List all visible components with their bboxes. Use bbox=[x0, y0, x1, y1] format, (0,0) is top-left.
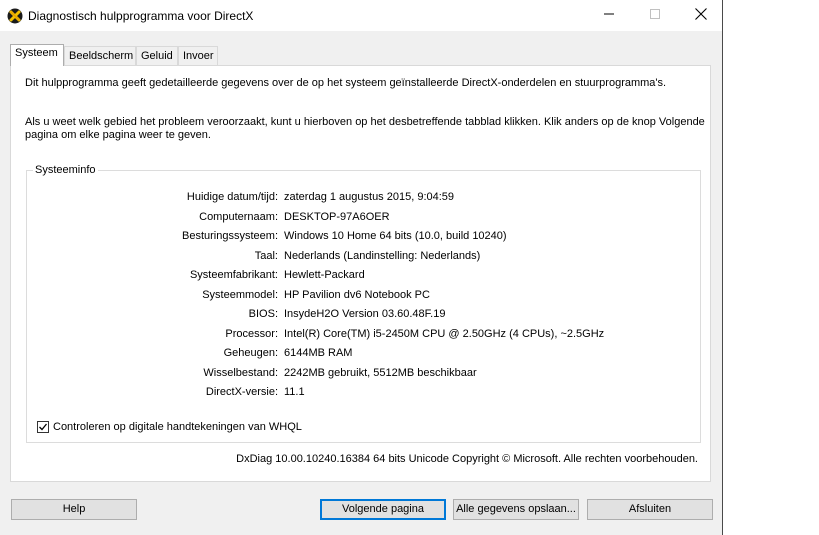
info-value: 2242MB gebruikt, 5512MB beschikbaar bbox=[284, 366, 477, 379]
info-label: Besturingssysteem: bbox=[182, 230, 278, 242]
info-label: Geheugen: bbox=[223, 347, 278, 359]
tab-label: Beeldscherm bbox=[69, 50, 134, 62]
info-label: Taal: bbox=[254, 249, 278, 262]
info-value: zaterdag 1 augustus 2015, 9:04:59 bbox=[284, 191, 455, 203]
help-button[interactable]: Help bbox=[11, 499, 137, 520]
info-value: Nederlands (Landinstelling: Nederlands) bbox=[284, 249, 481, 262]
dxdiag-window: Diagnostisch hulpprogramma voor DirectX … bbox=[0, 0, 723, 535]
tab-panel-systeem: Dit hulpprogramma geeft gedetailleerde g… bbox=[10, 65, 711, 482]
info-value: HP Pavilion dv6 Notebook PC bbox=[284, 288, 430, 301]
title-bar[interactable]: Diagnostisch hulpprogramma voor DirectX bbox=[0, 0, 722, 31]
info-value: Hewlett-Packard bbox=[284, 269, 365, 281]
close-button[interactable] bbox=[678, 0, 724, 31]
maximize-icon bbox=[650, 9, 660, 22]
minimize-button[interactable] bbox=[586, 0, 632, 31]
info-row-computername: Computernaam: DESKTOP-97A6OER bbox=[27, 211, 697, 225]
maximize-button[interactable] bbox=[632, 0, 678, 31]
info-row-os: Besturingssysteem: Windows 10 Home 64 bi… bbox=[27, 230, 697, 244]
info-row-memory: Geheugen: 6144MB RAM bbox=[27, 347, 697, 361]
info-value: 11.1 bbox=[284, 386, 305, 398]
intro-text: Dit hulpprogramma geeft gedetailleerde g… bbox=[25, 77, 667, 89]
info-label: Processor: bbox=[225, 327, 278, 340]
minimize-icon bbox=[604, 9, 614, 22]
window-title: Diagnostisch hulpprogramma voor DirectX bbox=[28, 9, 254, 23]
save-all-button[interactable]: Alle gegevens opslaan... bbox=[453, 499, 579, 520]
info-row-manufacturer: Systeemfabrikant: Hewlett-Packard bbox=[27, 269, 697, 283]
tab-beeldscherm[interactable]: Beeldscherm bbox=[64, 46, 136, 65]
directx-icon bbox=[7, 8, 23, 24]
info-label: Systeemfabrikant: bbox=[189, 269, 278, 281]
tab-label: Geluid bbox=[141, 50, 173, 62]
group-title: Systeeminfo bbox=[33, 164, 98, 176]
info-label: BIOS: bbox=[248, 308, 278, 320]
info-label: Wisselbestand: bbox=[203, 366, 278, 379]
tab-systeem[interactable]: Systeem bbox=[10, 44, 64, 66]
info-value: InsydeH2O Version 03.60.48F.19 bbox=[284, 308, 446, 320]
info-value: Intel(R) Core(TM) i5-2450M CPU @ 2.50GHz… bbox=[284, 327, 605, 340]
info-row-directx: DirectX-versie: 11.1 bbox=[27, 386, 697, 400]
info-value: 6144MB RAM bbox=[284, 347, 353, 359]
info-label: Systeemmodel: bbox=[202, 288, 278, 301]
info-row-language: Taal: Nederlands (Landinstelling: Nederl… bbox=[27, 250, 697, 264]
whql-checkbox[interactable] bbox=[37, 421, 49, 433]
info-value: DESKTOP-97A6OER bbox=[284, 210, 390, 223]
whql-checkbox-label[interactable]: Controleren op digitale handtekeningen v… bbox=[53, 421, 302, 433]
info-label: Huidige datum/tijd: bbox=[186, 191, 278, 203]
info-row-bios: BIOS: InsydeH2O Version 03.60.48F.19 bbox=[27, 308, 697, 322]
info-value: Windows 10 Home 64 bits (10.0, build 102… bbox=[284, 230, 507, 242]
close-app-button[interactable]: Afsluiten bbox=[587, 499, 713, 520]
info-label: DirectX-versie: bbox=[205, 386, 278, 398]
tab-geluid[interactable]: Geluid bbox=[136, 46, 178, 65]
tab-invoer[interactable]: Invoer bbox=[178, 46, 218, 65]
copyright-text: DxDiag 10.00.10240.16384 64 bits Unicode… bbox=[236, 453, 698, 465]
info-row-processor: Processor: Intel(R) Core(TM) i5-2450M CP… bbox=[27, 328, 697, 342]
info-row-datetime: Huidige datum/tijd: zaterdag 1 augustus … bbox=[27, 191, 697, 205]
info-row-pagefile: Wisselbestand: 2242MB gebruikt, 5512MB b… bbox=[27, 367, 697, 381]
tab-label: Systeem bbox=[15, 47, 58, 59]
instructions-text: Als u weet welk gebied het probleem vero… bbox=[25, 116, 705, 141]
tab-label: Invoer bbox=[183, 50, 214, 62]
info-label: Computernaam: bbox=[199, 210, 278, 223]
info-row-model: Systeemmodel: HP Pavilion dv6 Notebook P… bbox=[27, 289, 697, 303]
close-icon bbox=[695, 8, 707, 23]
next-page-button[interactable]: Volgende pagina bbox=[320, 499, 446, 520]
system-info-group: Systeeminfo Huidige datum/tijd: zaterdag… bbox=[26, 164, 701, 443]
